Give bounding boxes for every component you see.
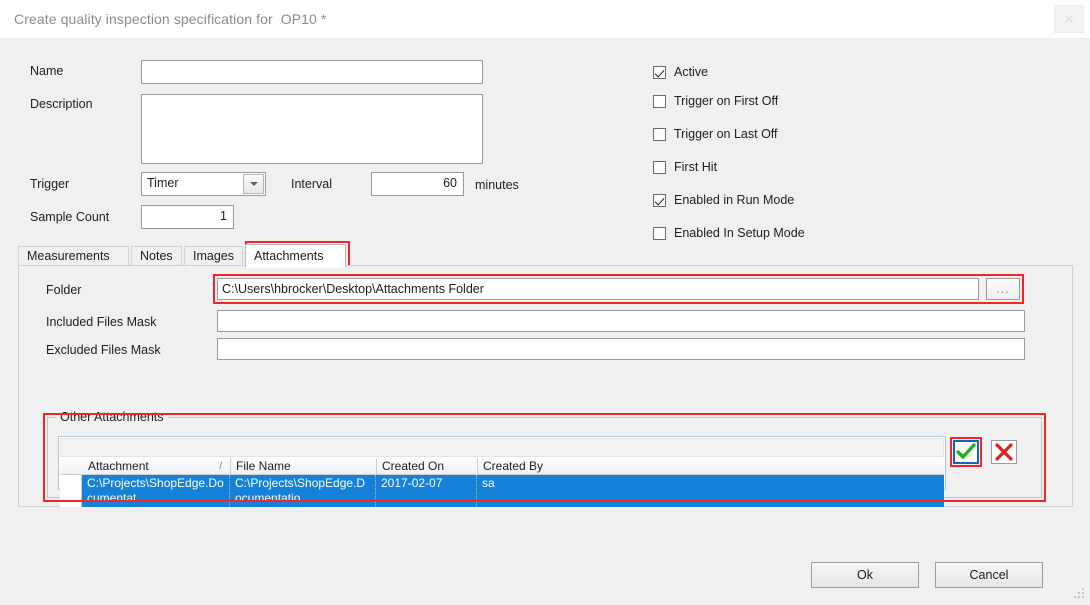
other-attachments-group: Other Attachments Attachment / File Name… — [47, 410, 1042, 507]
grid-row-indicator — [60, 475, 82, 507]
sample-count-label: Sample Count — [30, 210, 110, 224]
name-label: Name — [30, 64, 64, 78]
excluded-files-mask-input[interactable] — [217, 338, 1025, 360]
window-title-bar: Create quality inspection specification … — [0, 0, 1090, 39]
folder-label: Folder — [46, 283, 82, 297]
description-input[interactable] — [141, 94, 483, 164]
checkbox-enabled-in-run-mode-label: Enabled in Run Mode — [674, 193, 795, 207]
attachments-panel: Folder C:\Users\hbrocker\Desktop\Attachm… — [18, 265, 1073, 507]
grid-column-file-name[interactable]: File Name — [231, 458, 377, 475]
trigger-label: Trigger — [30, 177, 70, 191]
tab-measurements[interactable]: Measurements — [18, 246, 129, 266]
checkbox-trigger-on-last-off-label: Trigger on Last Off — [674, 127, 778, 141]
checkbox-trigger-on-first-off-box[interactable] — [653, 95, 666, 108]
trigger-select[interactable]: Timer — [141, 172, 266, 196]
grid-column-created-on[interactable]: Created On — [377, 458, 478, 475]
checkbox-trigger-on-first-off-label: Trigger on First Off — [674, 94, 779, 108]
tab-strip: Measurements Notes Images Attachments — [18, 244, 1073, 268]
included-files-mask-input[interactable] — [217, 310, 1025, 332]
checkbox-active-box[interactable] — [653, 66, 666, 79]
window-title: Create quality inspection specification … — [14, 11, 327, 27]
grid-column-attachment-label: Attachment — [88, 459, 149, 473]
interval-label: Interval — [291, 177, 332, 191]
checkbox-first-hit-box[interactable] — [653, 161, 666, 174]
included-files-mask-label: Included Files Mask — [46, 315, 157, 329]
cancel-button[interactable]: Cancel — [935, 562, 1043, 588]
cell-created-by[interactable]: sa — [477, 475, 944, 507]
other-attachments-group-title: Other Attachments — [56, 410, 168, 424]
sample-count-input[interactable]: 1 — [141, 205, 234, 229]
checkbox-enabled-in-run-mode-box[interactable] — [653, 194, 666, 207]
interval-input[interactable]: 60 — [371, 172, 464, 196]
folder-browse-button[interactable]: ... — [986, 278, 1020, 300]
tab-attachments[interactable]: Attachments — [245, 244, 346, 268]
cell-attachment[interactable]: C:\Projects\ShopEdge.Documentat — [82, 475, 230, 507]
tab-notes[interactable]: Notes — [131, 246, 182, 266]
grid-column-attachment[interactable]: Attachment / — [83, 458, 231, 475]
check-icon — [956, 443, 976, 459]
interval-units-label: minutes — [475, 178, 519, 192]
attachments-grid[interactable]: Attachment / File Name Created On Create… — [58, 436, 946, 507]
description-label: Description — [30, 97, 93, 111]
grid-header-row: Attachment / File Name Created On Create… — [60, 458, 944, 475]
delete-button[interactable] — [991, 440, 1017, 464]
dialog-client-area: Name Description Trigger Timer Interval … — [0, 38, 1090, 605]
chevron-down-icon[interactable] — [243, 174, 264, 194]
checkbox-first-hit-label: First Hit — [674, 160, 718, 174]
name-input[interactable] — [141, 60, 483, 84]
grid-toolbar[interactable] — [60, 438, 944, 457]
excluded-files-mask-label: Excluded Files Mask — [46, 343, 161, 357]
folder-input[interactable]: C:\Users\hbrocker\Desktop\Attachments Fo… — [217, 278, 979, 300]
cell-file-name[interactable]: C:\Projects\ShopEdge.Documentatio — [230, 475, 376, 507]
trigger-selected-value: Timer — [147, 176, 179, 190]
accept-button[interactable] — [953, 440, 979, 464]
close-icon[interactable]: ✕ — [1054, 5, 1084, 33]
cell-created-on[interactable]: 2017-02-07 — [376, 475, 477, 507]
checkbox-enabled-in-setup-mode-label: Enabled In Setup Mode — [674, 226, 805, 240]
grid-column-created-by[interactable]: Created By — [478, 458, 944, 475]
sort-ascending-icon: / — [219, 461, 222, 472]
resize-grip[interactable] — [1072, 588, 1086, 602]
close-x-icon — [995, 443, 1013, 461]
ok-button[interactable]: Ok — [811, 562, 919, 588]
checkbox-enabled-in-setup-mode-box[interactable] — [653, 227, 666, 240]
checkbox-trigger-on-last-off-box[interactable] — [653, 128, 666, 141]
tab-images[interactable]: Images — [184, 246, 243, 266]
checkbox-active-label: Active — [674, 65, 709, 79]
